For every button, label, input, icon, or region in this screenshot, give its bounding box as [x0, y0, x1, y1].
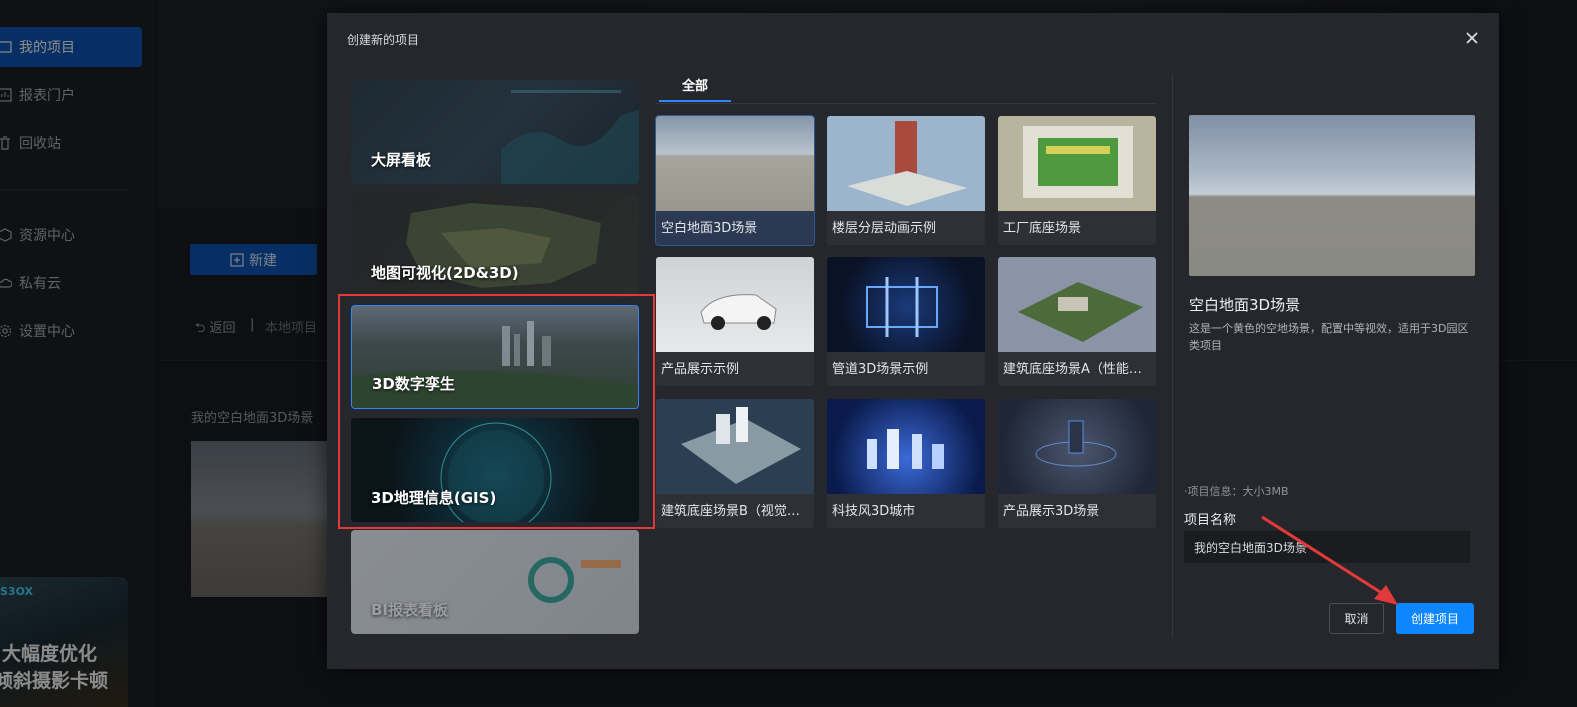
template-card[interactable]: 楼层分层动画示例	[827, 116, 985, 245]
template-card[interactable]: 工厂底座场景	[998, 116, 1156, 245]
project-name-label: 项目名称	[1184, 513, 1237, 528]
category-label: 大屏看板	[371, 151, 432, 169]
panel-divider	[1172, 75, 1173, 637]
template-name: 科技风3D城市	[832, 504, 916, 519]
create-project-button[interactable]: 创建项目	[1396, 603, 1474, 634]
template-thumbnail	[998, 257, 1156, 352]
template-name: 管道3D场景示例	[832, 362, 929, 377]
category-map-visualization[interactable]: 地图可视化(2D&3D)	[351, 193, 639, 297]
template-thumbnail	[656, 257, 814, 352]
category-bi-report[interactable]: BI报表看板	[351, 530, 639, 634]
template-thumbnail	[827, 399, 985, 494]
template-thumbnail	[998, 399, 1156, 494]
tab-underline	[656, 103, 1156, 104]
template-card[interactable]: 建筑底座场景A（性能优化）	[998, 257, 1156, 386]
cancel-button[interactable]: 取消	[1329, 603, 1384, 634]
category-dashboard[interactable]: 大屏看板	[351, 80, 639, 184]
template-name: 建筑底座场景B（视觉优化）	[661, 504, 811, 519]
highlight-box	[338, 294, 655, 529]
template-thumbnail	[827, 257, 985, 352]
template-name: 建筑底座场景A（性能优化）	[1003, 362, 1153, 377]
template-name: 空白地面3D场景	[661, 221, 758, 236]
template-thumbnail	[656, 399, 814, 494]
template-thumbnail	[827, 116, 985, 211]
template-card[interactable]: 建筑底座场景B（视觉优化）	[656, 399, 814, 528]
template-preview-image	[1189, 115, 1475, 276]
template-card[interactable]: 空白地面3D场景	[655, 115, 815, 246]
template-detail-title: 空白地面3D场景	[1189, 296, 1301, 314]
template-card[interactable]: 产品展示示例	[656, 257, 814, 386]
annotation-arrow	[1261, 515, 1398, 605]
template-name: 工厂底座场景	[1003, 221, 1082, 236]
template-card[interactable]: 管道3D场景示例	[827, 257, 985, 386]
close-icon[interactable]	[1463, 29, 1481, 47]
template-name: 产品展示3D场景	[1003, 504, 1100, 519]
template-name: 产品展示示例	[661, 362, 740, 377]
template-thumbnail	[998, 116, 1156, 211]
template-thumbnail	[656, 116, 814, 211]
template-name: 楼层分层动画示例	[832, 221, 937, 236]
category-label: BI报表看板	[371, 601, 449, 619]
dialog-title: 创建新的项目	[347, 33, 420, 47]
template-card[interactable]: 科技风3D城市	[827, 399, 985, 528]
category-label: 地图可视化(2D&3D)	[371, 264, 519, 282]
tab-all[interactable]: 全部	[659, 75, 731, 102]
template-detail-description: 这是一个黄色的空地场景，配置中等视效，适用于3D园区类项目	[1189, 322, 1469, 352]
project-info: ·项目信息：大小3MB	[1184, 485, 1289, 498]
template-card[interactable]: 产品展示3D场景	[998, 399, 1156, 528]
